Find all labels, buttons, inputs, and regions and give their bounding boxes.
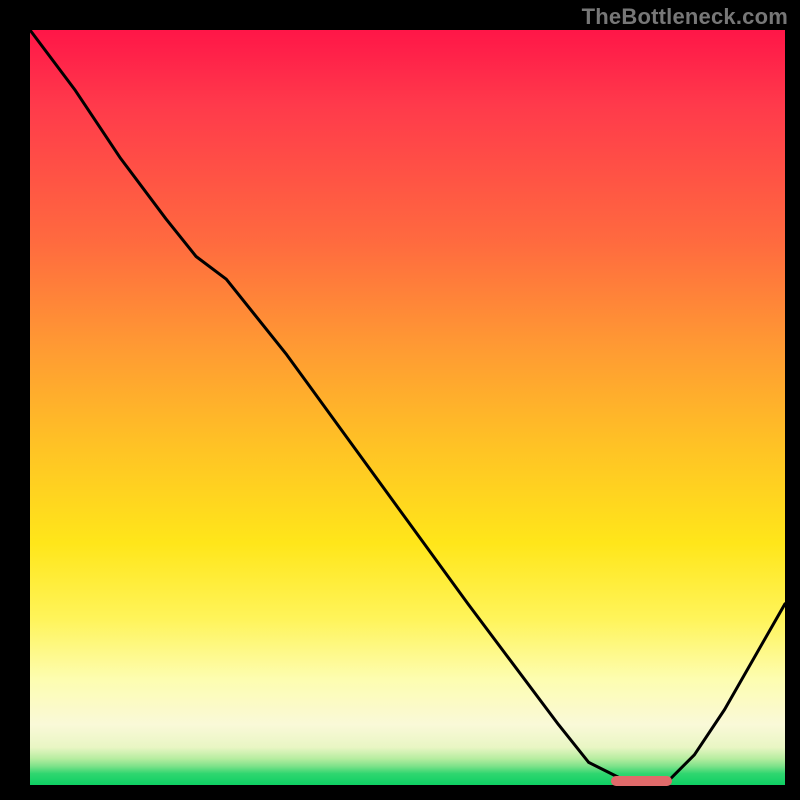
plot-area	[30, 30, 785, 785]
chart-frame: TheBottleneck.com	[0, 0, 800, 800]
attribution-text: TheBottleneck.com	[582, 4, 788, 30]
optimum-marker	[611, 776, 671, 786]
bottleneck-curve	[30, 30, 785, 785]
